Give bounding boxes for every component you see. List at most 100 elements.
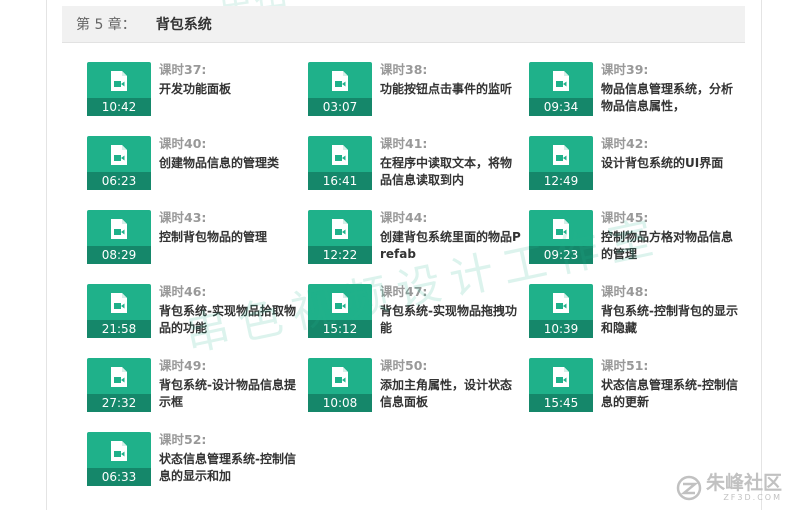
chapter-title: 背包系统 — [155, 17, 212, 33]
lesson-title[interactable]: 背包系统-设计物品信息提示框 — [159, 377, 301, 411]
lesson-thumbnail[interactable]: 06:33 — [87, 432, 151, 486]
video-file-icon — [553, 293, 569, 313]
lesson-thumbnail[interactable]: 10:39 — [529, 284, 593, 338]
site-logo: 朱峰社区 ZF3D.COM — [676, 474, 782, 502]
lesson-info: 课时44: 创建背包系统里面的物品Prefab — [380, 209, 522, 263]
lesson-thumbnail[interactable]: 15:45 — [529, 358, 593, 412]
video-file-icon — [111, 71, 127, 91]
video-file-icon — [553, 71, 569, 91]
lesson-item[interactable]: 09:23 课时45: 控制物品方格对物品信息的管理 — [529, 210, 739, 266]
lesson-title[interactable]: 功能按钮点击事件的监听 — [380, 81, 522, 115]
lesson-item[interactable]: 10:42 课时37: 开发功能面板 — [87, 62, 297, 118]
lesson-title[interactable]: 在程序中读取文本，将物品信息读取到内 — [380, 155, 522, 189]
lesson-item[interactable]: 16:41 课时41: 在程序中读取文本，将物品信息读取到内 — [308, 136, 518, 192]
lesson-title[interactable]: 物品信息管理系统，分析物品信息属性， — [601, 81, 743, 115]
lesson-info: 课时46: 背包系统-实现物品拾取物品的功能 — [159, 283, 301, 337]
video-file-icon — [332, 219, 348, 239]
video-file-icon — [553, 367, 569, 387]
lesson-item[interactable]: 09:34 课时39: 物品信息管理系统，分析物品信息属性， — [529, 62, 739, 118]
video-file-icon — [553, 145, 569, 165]
lesson-info: 课时37: 开发功能面板 — [159, 61, 301, 115]
lesson-info: 课时39: 物品信息管理系统，分析物品信息属性， — [601, 61, 743, 115]
lesson-thumbnail[interactable]: 27:32 — [87, 358, 151, 412]
lesson-info: 课时49: 背包系统-设计物品信息提示框 — [159, 357, 301, 411]
lesson-item[interactable]: 03:07 课时38: 功能按钮点击事件的监听 — [308, 62, 518, 118]
lesson-info: 课时41: 在程序中读取文本，将物品信息读取到内 — [380, 135, 522, 189]
lesson-number: 课时43: — [159, 210, 207, 225]
lesson-title[interactable]: 状态信息管理系统-控制信息的显示和加 — [159, 451, 301, 485]
lesson-item[interactable]: 08:29 课时43: 控制背包物品的管理 — [87, 210, 297, 266]
lesson-thumbnail[interactable]: 10:08 — [308, 358, 372, 412]
lesson-number: 课时41: — [380, 136, 428, 151]
site-logo-icon — [676, 475, 702, 501]
lesson-thumbnail[interactable]: 08:29 — [87, 210, 151, 264]
lesson-thumbnail[interactable]: 16:41 — [308, 136, 372, 190]
lesson-duration: 12:49 — [529, 172, 593, 190]
lesson-info: 课时40: 创建物品信息的管理类 — [159, 135, 301, 189]
lesson-duration: 06:23 — [87, 172, 151, 190]
lesson-number: 课时50: — [380, 358, 428, 373]
lesson-item[interactable]: 15:12 课时47: 背包系统-实现物品拖拽功能 — [308, 284, 518, 340]
lesson-duration: 16:41 — [308, 172, 372, 190]
lesson-title[interactable]: 背包系统-控制背包的显示和隐藏 — [601, 303, 743, 337]
chapter-header: 第 5 章： 背包系统 — [62, 6, 745, 43]
lesson-item[interactable]: 15:45 课时51: 状态信息管理系统-控制信息的更新 — [529, 358, 739, 414]
site-logo-sub: ZF3D.COM — [723, 493, 782, 502]
lesson-item[interactable]: 12:49 课时42: 设计背包系统的UI界面 — [529, 136, 739, 192]
lesson-item[interactable]: 12:22 课时44: 创建背包系统里面的物品Prefab — [308, 210, 521, 266]
video-file-icon — [332, 145, 348, 165]
lesson-info: 课时45: 控制物品方格对物品信息的管理 — [601, 209, 743, 263]
lesson-item[interactable]: 10:39 课时48: 背包系统-控制背包的显示和隐藏 — [529, 284, 739, 340]
lesson-thumbnail[interactable]: 10:42 — [87, 62, 151, 116]
lesson-title[interactable]: 创建背包系统里面的物品Prefab — [380, 229, 522, 263]
video-file-icon — [553, 219, 569, 239]
video-file-icon — [332, 71, 348, 91]
lesson-thumbnail[interactable]: 12:22 — [308, 210, 372, 264]
lesson-number: 课时40: — [159, 136, 207, 151]
lesson-number: 课时39: — [601, 62, 649, 77]
chapter-number: 第 5 章： — [76, 17, 136, 33]
video-file-icon — [111, 293, 127, 313]
lesson-duration: 03:07 — [308, 98, 372, 116]
lesson-thumbnail[interactable]: 03:07 — [308, 62, 372, 116]
lesson-duration: 15:45 — [529, 394, 593, 412]
lesson-item[interactable]: 06:23 课时40: 创建物品信息的管理类 — [87, 136, 297, 192]
lesson-item[interactable]: 27:32 课时49: 背包系统-设计物品信息提示框 — [87, 358, 297, 414]
video-file-icon — [111, 219, 127, 239]
lesson-title[interactable]: 控制物品方格对物品信息的管理 — [601, 229, 743, 263]
lesson-thumbnail[interactable]: 06:23 — [87, 136, 151, 190]
lesson-thumbnail[interactable]: 09:23 — [529, 210, 593, 264]
lesson-duration: 10:42 — [87, 98, 151, 116]
lesson-number: 课时52: — [159, 432, 207, 447]
lesson-title[interactable]: 开发功能面板 — [159, 81, 301, 115]
lesson-duration: 10:39 — [529, 320, 593, 338]
lesson-info: 课时48: 背包系统-控制背包的显示和隐藏 — [601, 283, 743, 337]
lesson-duration: 27:32 — [87, 394, 151, 412]
lesson-duration: 15:12 — [308, 320, 372, 338]
lesson-title[interactable]: 控制背包物品的管理 — [159, 229, 301, 263]
lesson-duration: 09:23 — [529, 246, 593, 264]
lesson-number: 课时38: — [380, 62, 428, 77]
lesson-item[interactable]: 21:58 课时46: 背包系统-实现物品拾取物品的功能 — [87, 284, 297, 340]
lesson-info: 课时42: 设计背包系统的UI界面 — [601, 135, 743, 189]
lesson-title[interactable]: 添加主角属性，设计状态信息面板 — [380, 377, 522, 411]
lesson-info: 课时47: 背包系统-实现物品拖拽功能 — [380, 283, 522, 337]
lesson-thumbnail[interactable]: 15:12 — [308, 284, 372, 338]
lesson-item[interactable]: 06:33 课时52: 状态信息管理系统-控制信息的显示和加 — [87, 432, 297, 488]
lesson-title[interactable]: 背包系统-实现物品拾取物品的功能 — [159, 303, 301, 337]
lesson-number: 课时49: — [159, 358, 207, 373]
lesson-item[interactable]: 10:08 课时50: 添加主角属性，设计状态信息面板 — [308, 358, 518, 414]
video-file-icon — [111, 441, 127, 461]
lesson-thumbnail[interactable]: 09:34 — [529, 62, 593, 116]
video-file-icon — [332, 367, 348, 387]
lesson-title[interactable]: 设计背包系统的UI界面 — [601, 155, 743, 189]
site-logo-text: 朱峰社区 — [705, 472, 782, 494]
lesson-title[interactable]: 背包系统-实现物品拖拽功能 — [380, 303, 522, 337]
lesson-thumbnail[interactable]: 21:58 — [87, 284, 151, 338]
lesson-thumbnail[interactable]: 12:49 — [529, 136, 593, 190]
lesson-title[interactable]: 创建物品信息的管理类 — [159, 155, 301, 189]
lesson-duration: 09:34 — [529, 98, 593, 116]
lesson-number: 课时51: — [601, 358, 649, 373]
lesson-title[interactable]: 状态信息管理系统-控制信息的更新 — [601, 377, 743, 411]
lesson-info: 课时38: 功能按钮点击事件的监听 — [380, 61, 522, 115]
